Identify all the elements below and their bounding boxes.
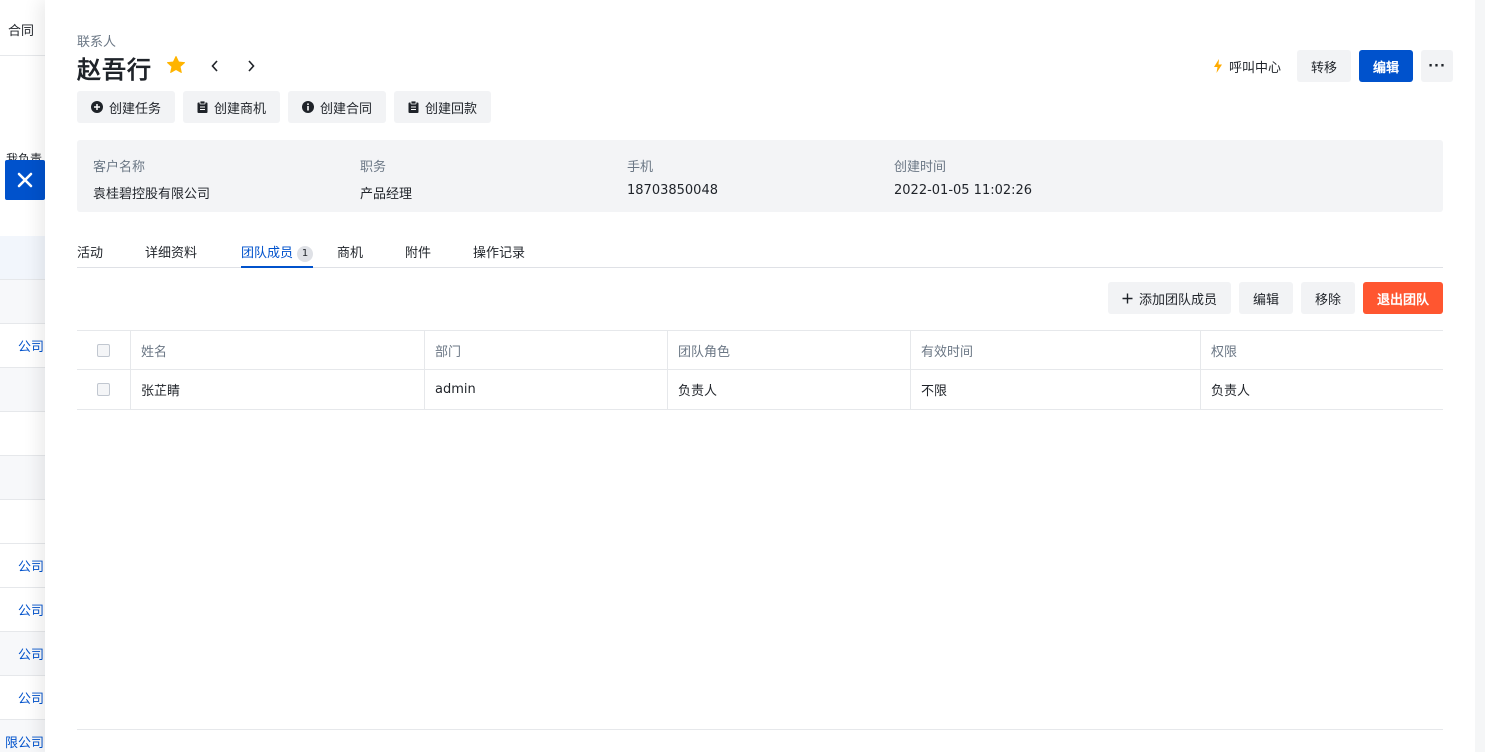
table-cell: admin <box>425 370 668 409</box>
lightning-icon <box>1213 59 1222 73</box>
table-header-row: 姓名 部门 团队角色 有效时间 权限 <box>77 330 1443 370</box>
team-actions: 添加团队成员 编辑 移除 退出团队 <box>1107 282 1443 314</box>
clipboard-icon <box>197 101 208 113</box>
create-task-label: 创建任务 <box>109 101 162 117</box>
column-header: 姓名 <box>131 331 425 369</box>
detail-tabs: 活动 详细资料 团队成员 1 商机 附件 操作记录 <box>77 236 1443 268</box>
field-label: 职务 <box>360 160 387 175</box>
exit-team-button[interactable]: 退出团队 <box>1362 282 1443 314</box>
field-label: 客户名称 <box>93 160 146 175</box>
chevron-right-icon <box>248 60 255 72</box>
contact-detail-drawer: 联系人 赵吾行 呼叫中心 转移 编辑 ··· 创建任务 创建商机 创建合同 创建… <box>45 0 1475 752</box>
plus-icon <box>1122 293 1133 303</box>
transfer-button[interactable]: 转移 <box>1296 50 1351 82</box>
header-actions: 呼叫中心 转移 编辑 ··· <box>1205 50 1453 82</box>
column-header: 权限 <box>1211 344 1238 360</box>
table-cell: 负责人 <box>668 370 911 409</box>
team-members-table: 姓名 部门 团队角色 有效时间 权限 张芷睛 admin 负责人 不限 负责人 <box>77 330 1443 410</box>
create-contract-button[interactable]: 创建合同 <box>288 91 387 123</box>
create-opportunity-label: 创建商机 <box>214 101 267 117</box>
tab-team-members[interactable]: 团队成员 1 <box>241 242 314 268</box>
table-cell: 不限 <box>911 370 1201 409</box>
info-icon <box>302 101 315 113</box>
create-opportunity-button[interactable]: 创建商机 <box>183 91 281 123</box>
tab-activity[interactable]: 活动 <box>77 242 103 268</box>
divider <box>77 729 1443 730</box>
table-cell: 张芷睛 <box>131 370 425 409</box>
add-team-member-button[interactable]: 添加团队成员 <box>1107 282 1231 314</box>
close-icon <box>17 172 33 188</box>
header-checkbox-cell <box>77 331 131 369</box>
field-value: 产品经理 <box>360 187 413 202</box>
tab-label: 团队成员 <box>241 246 294 261</box>
background-mine-label: 我负责 <box>6 152 43 160</box>
close-drawer-button[interactable] <box>5 160 45 200</box>
field-label: 手机 <box>627 160 654 175</box>
create-payment-button[interactable]: 创建回款 <box>394 91 492 123</box>
field-value: 袁桂碧控股有限公司 <box>93 187 211 202</box>
field-label: 创建时间 <box>894 160 947 175</box>
page-title: 赵吾行 <box>77 56 152 84</box>
add-team-member-label: 添加团队成员 <box>1138 292 1217 308</box>
customer-name-field: 客户名称 袁桂碧控股有限公司 <box>93 156 210 202</box>
next-record-button[interactable] <box>244 57 258 78</box>
edit-member-button[interactable]: 编辑 <box>1238 282 1293 314</box>
star-icon[interactable] <box>166 55 186 80</box>
chevron-left-icon <box>211 60 218 72</box>
tab-operation-log[interactable]: 操作记录 <box>473 242 525 268</box>
scrollbar[interactable] <box>1475 0 1485 752</box>
quick-actions: 创建任务 创建商机 创建合同 创建回款 <box>77 91 492 123</box>
table-cell: 负责人 <box>1211 384 1251 399</box>
title-row: 赵吾行 <box>77 50 258 85</box>
mobile-field: 手机 18703850048 <box>627 156 718 198</box>
more-button[interactable]: ··· <box>1421 50 1453 82</box>
column-header: 有效时间 <box>911 331 1201 369</box>
previous-record-button[interactable] <box>208 57 222 78</box>
tab-details[interactable]: 详细资料 <box>145 242 197 268</box>
edit-button[interactable]: 编辑 <box>1358 50 1413 82</box>
position-field: 职务 产品经理 <box>360 156 412 202</box>
summary-panel: 客户名称 袁桂碧控股有限公司 职务 产品经理 手机 18703850048 创建… <box>77 140 1443 212</box>
tab-attachments[interactable]: 附件 <box>405 242 431 268</box>
table-row[interactable]: 张芷睛 admin 负责人 不限 负责人 <box>77 370 1443 410</box>
select-all-checkbox[interactable] <box>97 343 110 357</box>
remove-member-button[interactable]: 移除 <box>1300 282 1355 314</box>
create-task-button[interactable]: 创建任务 <box>77 91 176 123</box>
clipboard-icon <box>408 101 419 113</box>
plus-circle-icon <box>91 101 103 113</box>
create-payment-label: 创建回款 <box>425 101 478 117</box>
count-badge: 1 <box>297 246 314 262</box>
tab-opportunities[interactable]: 商机 <box>337 242 363 268</box>
column-header: 部门 <box>425 331 668 369</box>
field-value: 18703850048 <box>627 183 718 198</box>
column-header: 团队角色 <box>668 331 911 369</box>
created-time-field: 创建时间 2022-01-05 11:02:26 <box>894 156 1032 198</box>
breadcrumb[interactable]: 联系人 <box>77 31 116 50</box>
create-contract-label: 创建合同 <box>320 101 373 117</box>
row-checkbox-cell <box>77 370 131 409</box>
call-center-button[interactable]: 呼叫中心 <box>1205 50 1289 82</box>
call-center-label: 呼叫中心 <box>1228 60 1281 76</box>
row-checkbox[interactable] <box>97 383 110 396</box>
field-value: 2022-01-05 11:02:26 <box>894 183 1033 198</box>
